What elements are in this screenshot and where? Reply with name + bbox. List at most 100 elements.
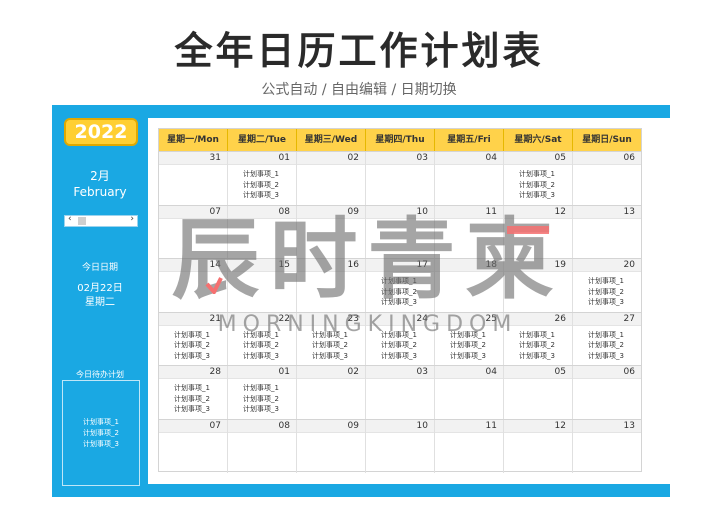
day-cell[interactable]: 15 (228, 259, 297, 312)
day-cell[interactable]: 25 计划事项_1 计划事项_2 计划事项_3 (435, 312, 504, 366)
month-scrollbar[interactable]: ‹ › (64, 214, 138, 227)
day-cell[interactable]: 14 (159, 259, 228, 312)
day-cell[interactable]: 20 计划事项_1 计划事项_2 计划事项_3 (573, 259, 641, 312)
day-cell[interactable]: 07 (159, 205, 228, 259)
day-cell[interactable]: 08 (228, 419, 297, 473)
day-plans: 计划事项_1 计划事项_2 计划事项_3 (174, 383, 210, 415)
day-number: 27 (573, 312, 641, 326)
plan-item: 计划事项_3 (588, 298, 624, 307)
day-number: 22 (228, 312, 296, 326)
day-number: 11 (435, 205, 503, 219)
day-cell[interactable]: 07 (159, 419, 228, 473)
day-number: 02 (297, 152, 365, 165)
day-number: 23 (297, 312, 365, 326)
day-number: 01 (228, 152, 296, 165)
plan-item: 计划事项_2 (243, 180, 279, 189)
plan-item: 计划事项_3 (588, 351, 624, 360)
plan-item: 计划事项_3 (312, 351, 348, 360)
year-selector[interactable]: 2022 (64, 118, 138, 146)
day-cell[interactable]: 24 计划事项_1 计划事项_2 计划事项_3 (366, 312, 435, 366)
day-cell[interactable]: 12 (504, 205, 573, 259)
day-cell[interactable]: 12 (504, 419, 573, 473)
plan-item: 计划事项_1 (588, 277, 624, 286)
calendar-panel: 星期一/Mon 星期二/Tue 星期三/Wed 星期四/Thu 星期五/Fri … (148, 118, 670, 484)
weekday-thu: 星期四/Thu (366, 129, 435, 151)
day-cell[interactable]: 01 计划事项_1 计划事项_2 计划事项_3 (228, 152, 297, 205)
day-cell[interactable]: 10 (366, 419, 435, 473)
day-number: 13 (573, 419, 641, 433)
day-cell[interactable]: 05 计划事项_1 计划事项_2 计划事项_3 (504, 152, 573, 205)
plan-item: 计划事项_1 (381, 330, 417, 339)
day-cell[interactable]: 23 计划事项_1 计划事项_2 计划事项_3 (297, 312, 366, 366)
today-date: 02月22日 (77, 283, 123, 294)
page-title: 全年日历工作计划表 (174, 29, 544, 73)
day-number: 06 (573, 366, 641, 380)
day-cell[interactable]: 05 (504, 366, 573, 419)
scrollbar-thumb[interactable] (78, 217, 86, 225)
plan-item: 计划事项_1 (588, 330, 624, 339)
scroll-right-arrow-icon[interactable]: › (130, 214, 134, 224)
calendar-week-row: 31 01 计划事项_1 计划事项_2 计划事项_3 02 03 04 05 计划事项_1 计划事项… (159, 151, 641, 205)
day-cell[interactable]: 31 (159, 152, 228, 205)
day-cell[interactable]: 11 (435, 205, 504, 259)
weekday-sun: 星期日/Sun (582, 135, 632, 145)
plan-item: 计划事项_3 (519, 351, 555, 360)
sidebar: 2022 2月 February ‹ › 今日日期 02月22日 星期二 今日待… (52, 105, 144, 497)
day-cell[interactable]: 02 (297, 152, 366, 205)
day-cell[interactable]: 28 计划事项_1 计划事项_2 计划事项_3 (159, 366, 228, 419)
day-cell[interactable]: 03 (366, 152, 435, 205)
day-number: 12 (504, 419, 572, 433)
plan-item: 计划事项_2 (519, 180, 555, 189)
plan-item: 计划事项_2 (450, 341, 486, 350)
calendar-week-row: 14 15 16 17 计划事项_1 计划事项_2 计划事项_3 18 19 20 计划事项_1 计划… (159, 258, 641, 312)
day-cell[interactable]: 16 (297, 259, 366, 312)
day-cell[interactable]: 06 (573, 366, 641, 419)
day-cell[interactable]: 11 (435, 419, 504, 473)
day-number: 11 (435, 419, 503, 433)
day-cell[interactable]: 13 (573, 419, 641, 473)
day-number: 21 (159, 312, 227, 326)
day-cell[interactable]: 26 计划事项_1 计划事项_2 计划事项_3 (504, 312, 573, 366)
day-plans: 计划事项_1 计划事项_2 计划事项_3 (588, 330, 624, 362)
day-number: 03 (366, 366, 434, 380)
day-cell[interactable]: 09 (297, 205, 366, 259)
plan-item: 计划事项_3 (243, 191, 279, 199)
day-cell[interactable]: 19 (504, 259, 573, 312)
day-cell[interactable]: 04 (435, 152, 504, 205)
weekday-tue: 星期二/Tue (228, 129, 297, 151)
day-cell[interactable]: 06 (573, 152, 641, 205)
day-cell[interactable]: 17 计划事项_1 计划事项_2 计划事项_3 (366, 259, 435, 312)
day-cell[interactable]: 04 (435, 366, 504, 419)
day-cell[interactable]: 13 (573, 205, 641, 259)
calendar-week-row: 28 计划事项_1 计划事项_2 计划事项_3 01 计划事项_1 计划事项_2 计划事项_3… (159, 365, 641, 419)
day-number: 13 (573, 205, 641, 219)
plan-item: 计划事项_2 (243, 341, 279, 350)
day-cell[interactable]: 01 计划事项_1 计划事项_2 计划事项_3 (228, 366, 297, 419)
day-plans: 计划事项_1 计划事项_2 计划事项_3 (519, 169, 555, 201)
day-cell[interactable]: 27 计划事项_1 计划事项_2 计划事项_3 (573, 312, 641, 366)
day-number: 16 (297, 259, 365, 273)
plan-item: 计划事项_1 (312, 330, 348, 339)
day-cell[interactable]: 02 (297, 366, 366, 419)
calendar-weeks: 31 01 计划事项_1 计划事项_2 计划事项_3 02 03 04 05 计划事项_1 计划事项… (159, 151, 641, 473)
day-cell[interactable]: 10 (366, 205, 435, 259)
plan-item: 计划事项_1 (450, 330, 486, 339)
plan-item: 计划事项_2 (588, 341, 624, 350)
day-cell[interactable]: 09 (297, 419, 366, 473)
day-number: 08 (228, 205, 296, 219)
day-number: 05 (504, 366, 572, 380)
plan-item: 计划事项_2 (588, 287, 624, 296)
day-cell[interactable]: 21 计划事项_1 计划事项_2 计划事项_3 (159, 312, 228, 366)
day-cell[interactable]: 03 (366, 366, 435, 419)
plan-item: 计划事项_1 (174, 330, 210, 339)
day-cell[interactable]: 08 (228, 205, 297, 259)
day-cell[interactable]: 22 计划事项_1 计划事项_2 计划事项_3 (228, 312, 297, 366)
day-number: 06 (573, 152, 641, 165)
day-cell[interactable]: 18 (435, 259, 504, 312)
day-number: 04 (435, 366, 503, 380)
day-number: 04 (435, 152, 503, 165)
plan-item: 计划事项_3 (519, 191, 555, 199)
scroll-left-arrow-icon[interactable]: ‹ (68, 214, 72, 224)
todo-list[interactable]: 计划事项_1 计划事项_2 计划事项_3 (62, 380, 140, 486)
today-label: 今日日期 (81, 263, 118, 273)
